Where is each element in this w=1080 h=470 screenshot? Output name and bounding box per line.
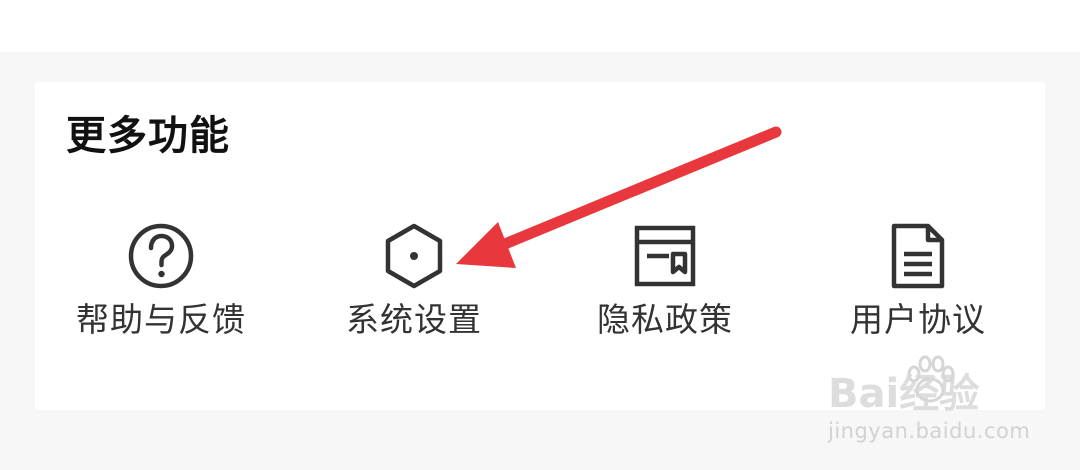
feature-system-settings[interactable]: 系统设置 xyxy=(294,220,534,350)
feature-label: 用户协议 xyxy=(850,300,986,339)
section-title: 更多功能 xyxy=(66,113,230,159)
feature-user-agreement[interactable]: 用户协议 xyxy=(798,220,1038,350)
feature-help-feedback[interactable]: 帮助与反馈 xyxy=(41,220,281,350)
top-strip xyxy=(0,0,1080,52)
settings-hexagon-icon xyxy=(378,220,450,292)
feature-label: 系统设置 xyxy=(346,300,482,339)
watermark-url: jingyan.baidu.com xyxy=(828,419,1031,443)
feature-label: 帮助与反馈 xyxy=(76,300,246,339)
privacy-policy-icon xyxy=(629,220,701,292)
feature-privacy-policy[interactable]: 隐私政策 xyxy=(545,220,785,350)
feature-label: 隐私政策 xyxy=(597,300,733,339)
more-features-card: 更多功能 帮助与反馈 系统设置 隐私政策 用户协议 xyxy=(35,82,1045,410)
user-agreement-document-icon xyxy=(882,220,954,292)
help-circle-icon xyxy=(125,220,197,292)
